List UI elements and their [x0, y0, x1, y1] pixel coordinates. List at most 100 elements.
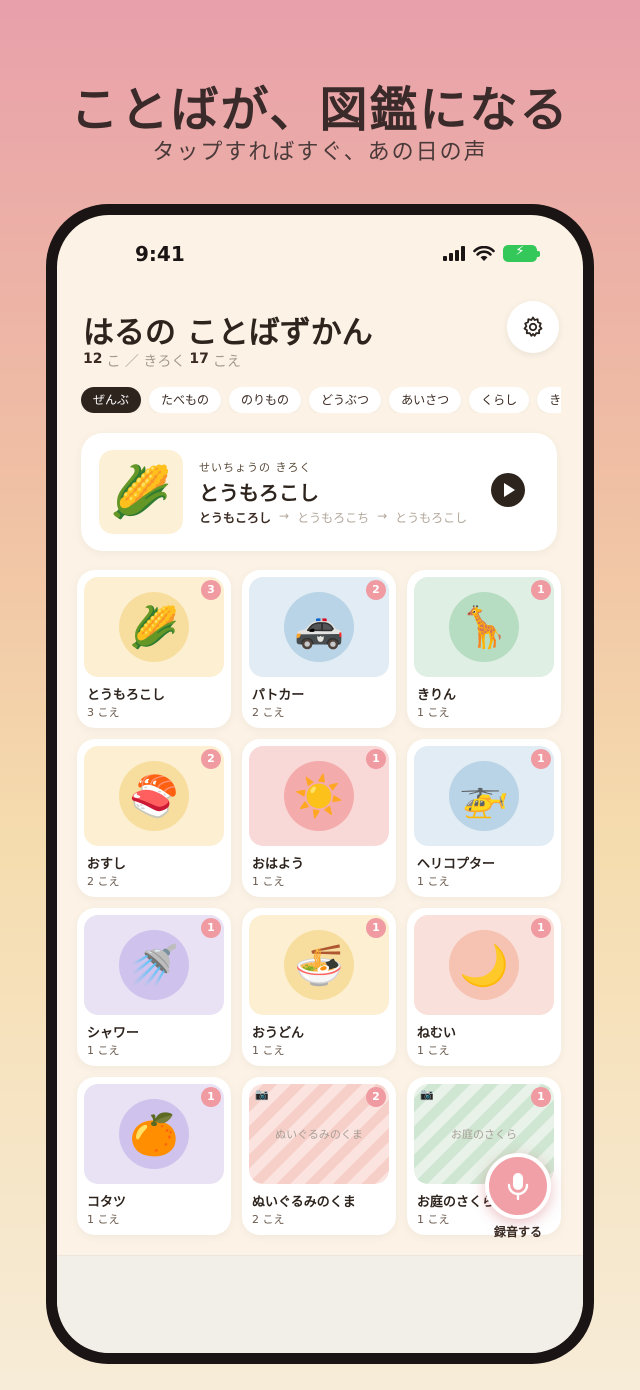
voices-count: 17 [189, 351, 209, 367]
arrow-right-icon: → [279, 509, 290, 523]
voice-count-badge: 3 [201, 580, 221, 600]
record-button-label: 録音する [493, 1225, 542, 1239]
word-card-count: 1 こえ [252, 1044, 285, 1057]
word-card-good-morning[interactable]: ☀️ 1 おはよう 1 こえ [242, 739, 396, 897]
bottom-panel [57, 1255, 583, 1353]
camera-icon: 📷 [255, 1088, 269, 1101]
word-card-helicopter[interactable]: 🚁 1 ヘリコプター 1 こえ [407, 739, 561, 897]
word-card-name: ねむい [417, 1026, 457, 1041]
corn-icon: 🌽 [119, 592, 189, 662]
status-icons: ⚡ [443, 244, 540, 262]
arrow-right-icon: → [377, 509, 388, 523]
status-time: 9:41 [135, 242, 185, 266]
chip-daily-life[interactable]: くらし [469, 387, 530, 413]
chip-animals[interactable]: どうぶつ [309, 387, 382, 413]
microphone-icon [507, 1173, 529, 1201]
page-title: はるの ことばずかん [83, 315, 373, 351]
history-step-2: とうもろこち [297, 511, 370, 525]
word-card-count: 1 こえ [417, 706, 450, 719]
voice-count-badge: 2 [366, 580, 386, 600]
tangerine-icon: 🍊 [119, 1099, 189, 1169]
wifi-icon [473, 245, 495, 261]
chip-food[interactable]: たべもの [149, 387, 222, 413]
photo-label: お庭のさくら [451, 1128, 517, 1141]
word-card-name: おはよう [252, 857, 305, 872]
giraffe-icon: 🦒 [449, 592, 519, 662]
word-card-count: 1 こえ [417, 1044, 450, 1057]
word-card-count: 1 こえ [417, 875, 450, 888]
cellular-signal-icon [443, 246, 465, 261]
corn-icon: 🌽 [99, 450, 183, 534]
word-card-sleepy[interactable]: 🌙 1 ねむい 1 こえ [407, 908, 561, 1066]
word-card-count: 1 こえ [87, 1213, 120, 1226]
gear-icon [523, 316, 543, 337]
voice-count-badge: 2 [366, 1087, 386, 1107]
word-card-count: 1 こえ [87, 1044, 120, 1057]
sun-icon: ☀️ [284, 761, 354, 831]
chip-all[interactable]: ぜんぶ [81, 387, 142, 413]
word-card-sushi[interactable]: 🍣 2 おすし 2 こえ [77, 739, 231, 897]
word-card-count: 2 こえ [252, 706, 285, 719]
app-screen: 9:41 ⚡ はるの ことばずかん 12 こ ／ きろく 17 こえ ぜんぶ た… [57, 215, 583, 1353]
word-card-name: ぬいぐるみのくま [252, 1195, 356, 1210]
word-card-kotatsu[interactable]: 🍊 1 コタツ 1 こえ [77, 1077, 231, 1235]
word-card-count: 1 こえ [252, 875, 285, 888]
growth-record-history: とうもころし → とうもろこち → とうもろこし [199, 509, 467, 526]
shower-icon: 🚿 [119, 930, 189, 1000]
voice-count-badge: 1 [531, 918, 551, 938]
word-card-name: おうどん [252, 1026, 305, 1041]
chip-greetings[interactable]: あいさつ [389, 387, 462, 413]
battery-charging-icon: ⚡ [503, 244, 540, 262]
word-card-shower[interactable]: 🚿 1 シャワー 1 こえ [77, 908, 231, 1066]
helicopter-icon: 🚁 [449, 761, 519, 831]
word-card-name: お庭のさくら [417, 1195, 496, 1210]
words-unit: こ ／ きろく [106, 354, 186, 370]
voice-count-badge: 1 [531, 1087, 551, 1107]
word-card-teddy-bear[interactable]: 📷 ぬいぐるみのくま 2 ぬいぐるみのくま 2 こえ [242, 1077, 396, 1235]
voice-count-badge: 1 [366, 918, 386, 938]
growth-record-card[interactable]: 🌽 せいちょうの きろく とうもろこし とうもころし → とうもろこち → とう… [81, 433, 557, 551]
collection-stats: 12 こ ／ きろく 17 こえ [83, 351, 241, 371]
growth-record-word: とうもろこし [199, 481, 319, 505]
word-card-count: 2 こえ [252, 1213, 285, 1226]
voice-count-badge: 1 [366, 749, 386, 769]
word-card-name: ヘリコプター [417, 857, 496, 872]
word-card-name: シャワー [87, 1026, 140, 1041]
word-card-name: きりん [417, 688, 457, 703]
play-button[interactable] [491, 473, 525, 507]
noodle-bowl-icon: 🍜 [284, 930, 354, 1000]
category-chips: ぜんぶ たべもの のりもの どうぶつ あいさつ くらし き [81, 387, 561, 413]
chip-more[interactable]: き [537, 387, 561, 413]
word-card-count: 1 こえ [417, 1213, 450, 1226]
word-card-count: 2 こえ [87, 875, 120, 888]
voice-count-badge: 1 [201, 918, 221, 938]
police-car-icon: 🚓 [284, 592, 354, 662]
hero-subtitle: タップすればすぐ、あの日の声 [152, 140, 488, 165]
word-card-name: パトカー [252, 688, 305, 703]
record-button[interactable] [485, 1153, 551, 1219]
word-card-udon[interactable]: 🍜 1 おうどん 1 こえ [242, 908, 396, 1066]
sushi-icon: 🍣 [119, 761, 189, 831]
word-card-name: とうもろこし [87, 688, 166, 703]
settings-button[interactable] [507, 301, 559, 353]
chip-vehicles[interactable]: のりもの [229, 387, 302, 413]
word-card-corn[interactable]: 🌽 3 とうもろこし 3 こえ [77, 570, 231, 728]
status-bar: 9:41 ⚡ [57, 215, 583, 295]
voice-count-badge: 2 [201, 749, 221, 769]
voice-count-badge: 1 [531, 749, 551, 769]
history-step-1: とうもころし [199, 511, 272, 525]
growth-record-kicker: せいちょうの きろく [199, 461, 312, 474]
word-card-giraffe[interactable]: 🦒 1 きりん 1 こえ [407, 570, 561, 728]
word-card-police-car[interactable]: 🚓 2 パトカー 2 こえ [242, 570, 396, 728]
hero-title: ことばが、図鑑になる [70, 82, 570, 138]
voice-count-badge: 1 [201, 1087, 221, 1107]
photo-label: ぬいぐるみのくま [275, 1128, 363, 1141]
words-count: 12 [83, 351, 103, 367]
phone-frame: 9:41 ⚡ はるの ことばずかん 12 こ ／ きろく 17 こえ ぜんぶ た… [46, 204, 594, 1364]
camera-icon: 📷 [420, 1088, 434, 1101]
voices-unit: こえ [212, 354, 241, 370]
history-step-3: とうもろこし [395, 511, 468, 525]
word-card-name: コタツ [87, 1195, 127, 1210]
word-card-name: おすし [87, 857, 127, 872]
voice-count-badge: 1 [531, 580, 551, 600]
